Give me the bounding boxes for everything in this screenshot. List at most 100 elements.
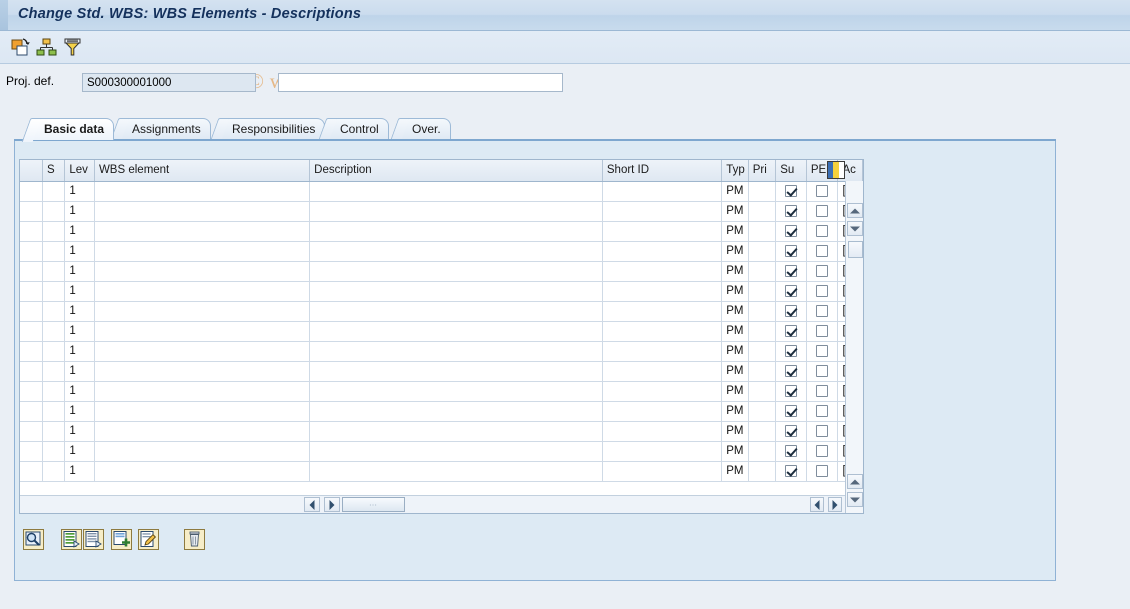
cell-lev[interactable]: 1 <box>65 461 95 481</box>
cell-s[interactable] <box>42 341 64 361</box>
summary-checkbox[interactable] <box>785 205 797 217</box>
cell-pri[interactable] <box>748 341 776 361</box>
cell-desc[interactable] <box>310 321 603 341</box>
cell-short[interactable] <box>602 301 721 321</box>
cell-s[interactable] <box>42 321 64 341</box>
cell-su[interactable] <box>776 321 807 341</box>
cell-typ[interactable]: PM <box>722 281 749 301</box>
cell-short[interactable] <box>602 381 721 401</box>
cell-pe[interactable] <box>806 441 838 461</box>
horizontal-scroll-thumb[interactable]: ⋯ <box>342 497 405 512</box>
cell-s[interactable] <box>42 461 64 481</box>
column-header-wbs[interactable]: WBS element <box>94 160 309 181</box>
cell-sel[interactable] <box>20 381 42 401</box>
cell-su[interactable] <box>776 241 807 261</box>
cell-pri[interactable] <box>748 441 776 461</box>
tab-control[interactable]: Control <box>328 118 389 140</box>
cell-short[interactable] <box>602 441 721 461</box>
cell-wbs[interactable] <box>94 281 309 301</box>
insert-row-button[interactable] <box>111 529 132 550</box>
pe-checkbox[interactable] <box>816 325 828 337</box>
summary-checkbox[interactable] <box>785 345 797 357</box>
pe-checkbox[interactable] <box>816 305 828 317</box>
cell-short[interactable] <box>602 241 721 261</box>
scroll-left-button[interactable] <box>304 497 320 512</box>
table-row[interactable]: 1PM[ <box>20 401 863 421</box>
cell-pe[interactable] <box>806 181 838 201</box>
cell-pe[interactable] <box>806 301 838 321</box>
cell-sel[interactable] <box>20 261 42 281</box>
cell-typ[interactable]: PM <box>722 221 749 241</box>
summary-checkbox[interactable] <box>785 265 797 277</box>
cell-short[interactable] <box>602 361 721 381</box>
cell-su[interactable] <box>776 461 807 481</box>
summary-checkbox[interactable] <box>785 425 797 437</box>
cell-s[interactable] <box>42 301 64 321</box>
cell-pri[interactable] <box>748 461 776 481</box>
table-row[interactable]: 1PM[ <box>20 181 863 201</box>
cell-typ[interactable]: PM <box>722 401 749 421</box>
cell-sel[interactable] <box>20 441 42 461</box>
table-row[interactable]: 1PM[ <box>20 281 863 301</box>
cell-typ[interactable]: PM <box>722 321 749 341</box>
cell-wbs[interactable] <box>94 461 309 481</box>
summary-checkbox[interactable] <box>785 465 797 477</box>
cell-lev[interactable]: 1 <box>65 181 95 201</box>
table-row[interactable]: 1PM[ <box>20 441 863 461</box>
cell-typ[interactable]: PM <box>722 421 749 441</box>
cell-pe[interactable] <box>806 281 838 301</box>
table-row[interactable]: 1PM[ <box>20 301 863 321</box>
cell-lev[interactable]: 1 <box>65 321 95 341</box>
cell-typ[interactable]: PM <box>722 301 749 321</box>
table-row[interactable]: 1PM[ <box>20 361 863 381</box>
summary-checkbox[interactable] <box>785 285 797 297</box>
column-header-desc[interactable]: Description <box>310 160 603 181</box>
cell-sel[interactable] <box>20 241 42 261</box>
cell-su[interactable] <box>776 341 807 361</box>
cell-pri[interactable] <box>748 241 776 261</box>
cell-pri[interactable] <box>748 201 776 221</box>
cell-short[interactable] <box>602 261 721 281</box>
tab-responsibilities[interactable]: Responsibilities <box>220 118 325 140</box>
cell-pri[interactable] <box>748 381 776 401</box>
table-row[interactable]: 1PM[ <box>20 421 863 441</box>
cell-short[interactable] <box>602 321 721 341</box>
cell-sel[interactable] <box>20 181 42 201</box>
cell-lev[interactable]: 1 <box>65 401 95 421</box>
hourglass-filter-icon[interactable] <box>62 37 83 58</box>
column-header-pri[interactable]: Pri <box>748 160 776 181</box>
pe-checkbox[interactable] <box>816 465 828 477</box>
tab-over[interactable]: Over. <box>400 118 451 140</box>
pe-checkbox[interactable] <box>816 245 828 257</box>
cell-typ[interactable]: PM <box>722 461 749 481</box>
cell-desc[interactable] <box>310 201 603 221</box>
cell-desc[interactable] <box>310 421 603 441</box>
cell-short[interactable] <box>602 281 721 301</box>
cell-pri[interactable] <box>748 281 776 301</box>
grid-horizontal-scrollbar[interactable]: ⋯ <box>20 495 845 513</box>
column-settings-icon[interactable] <box>827 161 845 179</box>
pe-checkbox[interactable] <box>816 185 828 197</box>
cell-desc[interactable] <box>310 401 603 421</box>
cell-desc[interactable] <box>310 441 603 461</box>
cell-short[interactable] <box>602 221 721 241</box>
projdef-description-input[interactable] <box>278 73 563 92</box>
column-header-lev[interactable]: Lev <box>65 160 95 181</box>
pe-checkbox[interactable] <box>816 285 828 297</box>
table-row[interactable]: 1PM[ <box>20 341 863 361</box>
cell-su[interactable] <box>776 201 807 221</box>
pe-checkbox[interactable] <box>816 385 828 397</box>
cell-sel[interactable] <box>20 421 42 441</box>
cell-lev[interactable]: 1 <box>65 361 95 381</box>
cell-typ[interactable]: PM <box>722 261 749 281</box>
summary-checkbox[interactable] <box>785 225 797 237</box>
cell-wbs[interactable] <box>94 221 309 241</box>
cell-pe[interactable] <box>806 321 838 341</box>
cell-wbs[interactable] <box>94 201 309 221</box>
table-row[interactable]: 1PM[ <box>20 241 863 261</box>
cell-su[interactable] <box>776 221 807 241</box>
cell-s[interactable] <box>42 241 64 261</box>
cell-desc[interactable] <box>310 221 603 241</box>
cell-wbs[interactable] <box>94 341 309 361</box>
scroll-up-button[interactable] <box>847 203 863 218</box>
